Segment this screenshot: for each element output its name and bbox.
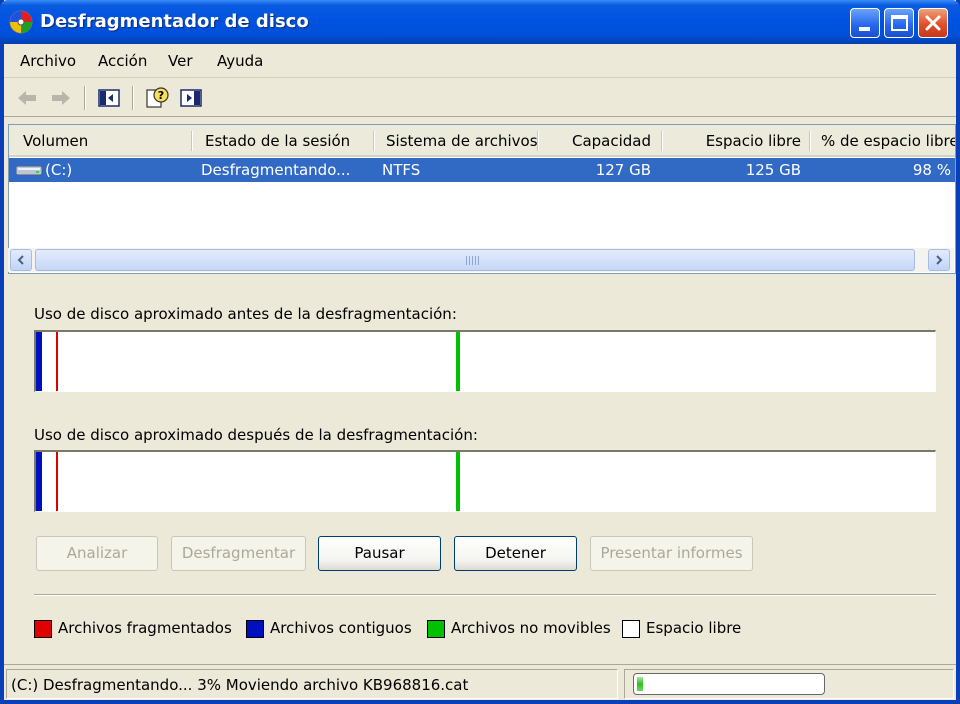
contiguous-segment <box>36 332 42 391</box>
legend-label-fragmented: Archivos fragmentados <box>58 619 232 637</box>
defrag-progress-bar <box>633 673 825 695</box>
stop-button[interactable]: Detener <box>454 536 577 571</box>
legend-swatch-unmovable <box>427 620 445 638</box>
menu-archivo[interactable]: Archivo <box>20 52 76 70</box>
scroll-left-button[interactable] <box>10 249 32 271</box>
chevron-right-icon <box>936 255 943 265</box>
column-divider[interactable] <box>809 131 811 151</box>
pause-button[interactable]: Pausar <box>318 536 441 571</box>
scroll-thumb[interactable] <box>35 249 915 271</box>
column-header-capacidad[interactable]: Capacidad <box>541 125 651 157</box>
maximize-button[interactable] <box>884 8 914 38</box>
disk-defragmenter-icon <box>9 10 33 34</box>
volume-file-system: NTFS <box>382 161 421 179</box>
volume-free-percent: 98 % <box>912 161 951 179</box>
volume-row[interactable]: (C:) Desfragmentando... NTFS 127 GB 125 … <box>9 158 955 182</box>
legend-label-unmovable: Archivos no movibles <box>451 619 611 637</box>
status-text: (C:) Desfragmentando... 3% Moviendo arch… <box>11 676 469 694</box>
volume-capacity: 127 GB <box>595 161 651 179</box>
column-header-volumen[interactable]: Volumen <box>23 125 193 157</box>
column-divider[interactable] <box>191 131 193 151</box>
legend-divider <box>34 594 936 596</box>
toolbar: ? <box>4 79 956 117</box>
column-divider[interactable] <box>661 131 663 151</box>
svg-text:?: ? <box>158 89 164 102</box>
view-report-button[interactable]: Presentar informes <box>590 536 753 571</box>
status-text-pane: (C:) Desfragmentando... 3% Moviendo arch… <box>6 669 618 699</box>
title-bar[interactable]: Desfragmentador de disco <box>0 0 960 44</box>
minimize-button[interactable] <box>850 8 880 38</box>
legend-label-contiguous: Archivos contiguos <box>270 619 412 637</box>
hard-drive-icon <box>15 165 43 176</box>
volume-free-space: 125 GB <box>745 161 801 179</box>
legend-swatch-contiguous <box>246 620 264 638</box>
chevron-left-icon <box>17 255 24 265</box>
scroll-grip <box>466 256 480 265</box>
close-icon <box>925 15 941 31</box>
status-bar: (C:) Desfragmentando... 3% Moviendo arch… <box>4 664 956 700</box>
column-divider[interactable] <box>537 131 539 151</box>
menu-ver[interactable]: Ver <box>168 52 193 70</box>
menu-ayuda[interactable]: Ayuda <box>217 52 263 70</box>
toolbar-separator <box>132 86 134 110</box>
volume-session-state: Desfragmentando... <box>201 161 351 179</box>
menu-bar: Archivo Acción Ver Ayuda <box>4 44 956 78</box>
help-icon[interactable]: ? <box>144 86 170 110</box>
column-header-sistema[interactable]: Sistema de archivos <box>386 125 541 157</box>
before-defrag-label: Uso de disco aproximado antes de la desf… <box>34 305 457 323</box>
before-disk-usage-bar <box>34 330 936 392</box>
column-header-porcentaje-libre[interactable]: % de espacio libre <box>821 125 955 157</box>
show-hide-console-tree-icon[interactable] <box>96 86 122 110</box>
legend-swatch-fragmented <box>34 620 52 638</box>
unmovable-segment <box>456 452 460 511</box>
column-header-espacio-libre[interactable]: Espacio libre <box>665 125 801 157</box>
show-hide-action-pane-icon[interactable] <box>178 86 204 110</box>
after-disk-usage-bar <box>34 450 936 512</box>
minimize-icon <box>859 27 870 31</box>
forward-arrow-icon[interactable] <box>48 86 74 110</box>
contiguous-segment <box>36 452 42 511</box>
column-header-estado[interactable]: Estado de la sesión <box>205 125 371 157</box>
scroll-right-button[interactable] <box>928 249 950 271</box>
legend-swatch-free-space <box>622 620 640 638</box>
defragment-button[interactable]: Desfragmentar <box>171 536 306 571</box>
analyze-button[interactable]: Analizar <box>36 536 158 571</box>
window-title: Desfragmentador de disco <box>40 11 309 32</box>
toolbar-separator <box>84 86 86 110</box>
unmovable-segment <box>456 332 460 391</box>
legend-label-free-space: Espacio libre <box>646 619 742 637</box>
maximize-icon <box>891 15 908 31</box>
progress-fill <box>637 677 643 691</box>
status-progress-pane <box>624 669 954 699</box>
volume-list-header: Volumen Estado de la sesión Sistema de a… <box>9 125 955 157</box>
after-defrag-label: Uso de disco aproximado después de la de… <box>34 426 478 444</box>
fragmented-segment <box>56 452 58 511</box>
menu-accion[interactable]: Acción <box>98 52 147 70</box>
close-button[interactable] <box>918 8 948 38</box>
horizontal-scrollbar[interactable] <box>8 248 954 272</box>
column-divider[interactable] <box>373 131 375 151</box>
back-arrow-icon[interactable] <box>14 86 40 110</box>
app-window: Desfragmentador de disco Archivo Acción … <box>0 0 960 704</box>
fragmented-segment <box>56 332 58 391</box>
volume-name: (C:) <box>45 161 73 179</box>
